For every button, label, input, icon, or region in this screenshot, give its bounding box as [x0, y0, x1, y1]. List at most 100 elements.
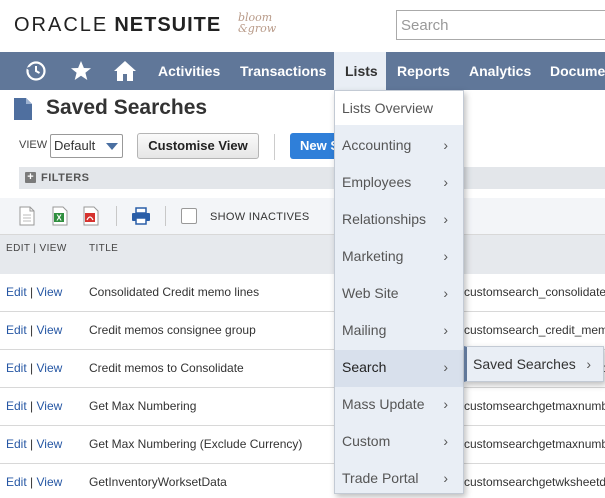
chevron-down-icon [106, 143, 118, 150]
table-row: Edit | View Consolidated Credit memo lin… [0, 274, 605, 312]
chevron-right-icon: › [443, 470, 448, 486]
menu-item-web-site[interactable]: Web Site › [335, 276, 463, 313]
export-excel-icon[interactable]: X [52, 206, 68, 226]
nav-documents[interactable]: Documents [550, 52, 605, 90]
edit-view-links: Edit | View [6, 475, 63, 489]
edit-view-links: Edit | View [6, 285, 63, 299]
export-csv-icon[interactable] [19, 206, 35, 226]
row-title: Consolidated Credit memo lines [89, 285, 260, 299]
menu-item-label: Accounting [342, 137, 412, 153]
menu-item-employees[interactable]: Employees › [335, 165, 463, 202]
row-id: customsearchgetmaxnumbering [464, 437, 605, 451]
edit-link[interactable]: Edit [6, 361, 27, 375]
nav-activities[interactable]: Activities [158, 52, 220, 90]
edit-view-links: Edit | View [6, 399, 63, 413]
menu-item-accounting[interactable]: Accounting › [335, 128, 463, 165]
nav-analytics[interactable]: Analytics [469, 52, 531, 90]
column-header-title[interactable]: TITLE [89, 243, 118, 254]
menu-item-label: Lists Overview [342, 100, 434, 116]
saved-search-page-icon [14, 98, 32, 120]
chevron-right-icon: › [443, 211, 448, 227]
toolbar-separator [165, 206, 166, 226]
show-inactives-checkbox[interactable] [181, 208, 197, 224]
view-select-value: Default [54, 138, 96, 153]
chevron-right-icon: › [586, 356, 591, 372]
edit-link[interactable]: Edit [6, 399, 27, 413]
expand-plus-icon[interactable]: + [25, 172, 36, 183]
search-submenu: Saved Searches › [464, 346, 604, 382]
menu-item-custom[interactable]: Custom › [335, 424, 463, 461]
menu-item-marketing[interactable]: Marketing › [335, 239, 463, 276]
table-row: Edit | View GetInventoryWorksetData cust… [0, 464, 605, 498]
logo-netsuite-text: NETSUITE [114, 14, 222, 36]
edit-link[interactable]: Edit [6, 285, 27, 299]
view-link[interactable]: View [36, 437, 62, 451]
filters-label: FILTERS [41, 172, 90, 184]
edit-view-links: Edit | View [6, 437, 63, 451]
menu-item-label: Employees [342, 174, 412, 190]
menu-item-label: Mailing [342, 322, 387, 338]
chevron-right-icon: › [443, 396, 448, 412]
logo-oracle-text: ORACLE [14, 14, 109, 36]
menu-item-search[interactable]: Search › [335, 350, 463, 387]
view-link[interactable]: View [36, 285, 62, 299]
oracle-netsuite-logo[interactable]: ORACLE NETSUITE [14, 14, 221, 37]
edit-link[interactable]: Edit [6, 437, 27, 451]
netsuite-page: ORACLE NETSUITE bloom &grow Search Activ… [0, 0, 605, 498]
menu-item-mailing[interactable]: Mailing › [335, 313, 463, 350]
view-link[interactable]: View [36, 361, 62, 375]
menu-item-relationships[interactable]: Relationships › [335, 202, 463, 239]
view-label: VIEW [19, 139, 48, 151]
table-header: EDIT | VIEW TITLE [0, 234, 605, 274]
row-title: Get Max Numbering [89, 399, 197, 413]
menu-item-label: Search [342, 359, 387, 375]
toolbar-divider [274, 134, 275, 160]
main-nav-bar: Activities Transactions Lists Reports An… [0, 52, 605, 90]
toolbar-separator [116, 206, 117, 226]
edit-link[interactable]: Edit [6, 323, 27, 337]
view-select[interactable]: Default [50, 134, 123, 158]
customise-view-button[interactable]: Customise View [137, 133, 259, 159]
row-id: customsearchgetwksheetdata [464, 475, 605, 489]
menu-item-lists-overview[interactable]: Lists Overview [335, 91, 463, 125]
row-title: GetInventoryWorksetData [89, 475, 227, 489]
print-icon[interactable] [131, 206, 151, 226]
menu-item-label: Trade Portal [342, 470, 419, 486]
nav-lists[interactable]: Lists [334, 52, 386, 90]
export-pdf-icon[interactable] [83, 206, 99, 226]
edit-view-links: Edit | View [6, 323, 63, 337]
chevron-right-icon: › [443, 174, 448, 190]
chevron-right-icon: › [443, 359, 448, 375]
menu-item-label: Relationships [342, 211, 427, 227]
page-title: Saved Searches [46, 96, 208, 119]
chevron-right-icon: › [443, 433, 448, 449]
view-link[interactable]: View [36, 475, 62, 489]
global-search-input[interactable]: Search [396, 10, 605, 40]
row-title: Get Max Numbering (Exclude Currency) [89, 437, 303, 451]
lists-dropdown-menu: Lists Overview Accounting › Employees › … [334, 90, 464, 494]
home-icon[interactable] [113, 59, 137, 83]
row-id: customsearch_credit_memos_consignee [464, 323, 605, 337]
chevron-right-icon: › [443, 137, 448, 153]
row-id: customsearchgetmaxnumbering [464, 399, 605, 413]
top-header: ORACLE NETSUITE bloom &grow Search [0, 0, 605, 52]
view-link[interactable]: View [36, 323, 62, 337]
filters-bar[interactable]: + FILTERS [19, 167, 605, 189]
row-id: customsearch_consolidatedcreditmemo [464, 285, 605, 299]
edit-link[interactable]: Edit [6, 475, 27, 489]
view-link[interactable]: View [36, 399, 62, 413]
menu-item-mass-update[interactable]: Mass Update › [335, 387, 463, 424]
submenu-item-saved-searches[interactable]: Saved Searches [473, 356, 576, 372]
recent-records-icon[interactable] [24, 59, 48, 83]
chevron-right-icon: › [443, 322, 448, 338]
menu-item-trade-portal[interactable]: Trade Portal › [335, 461, 463, 498]
nav-transactions[interactable]: Transactions [240, 52, 326, 90]
row-title: Credit memos to Consolidate [89, 361, 244, 375]
menu-item-label: Web Site [342, 285, 399, 301]
menu-item-label: Custom [342, 433, 391, 449]
svg-text:X: X [56, 214, 62, 223]
column-header-edit-view[interactable]: EDIT | VIEW [6, 243, 67, 254]
favorites-star-icon[interactable] [69, 59, 93, 83]
show-inactives-label: SHOW INACTIVES [210, 211, 310, 223]
nav-reports[interactable]: Reports [397, 52, 450, 90]
